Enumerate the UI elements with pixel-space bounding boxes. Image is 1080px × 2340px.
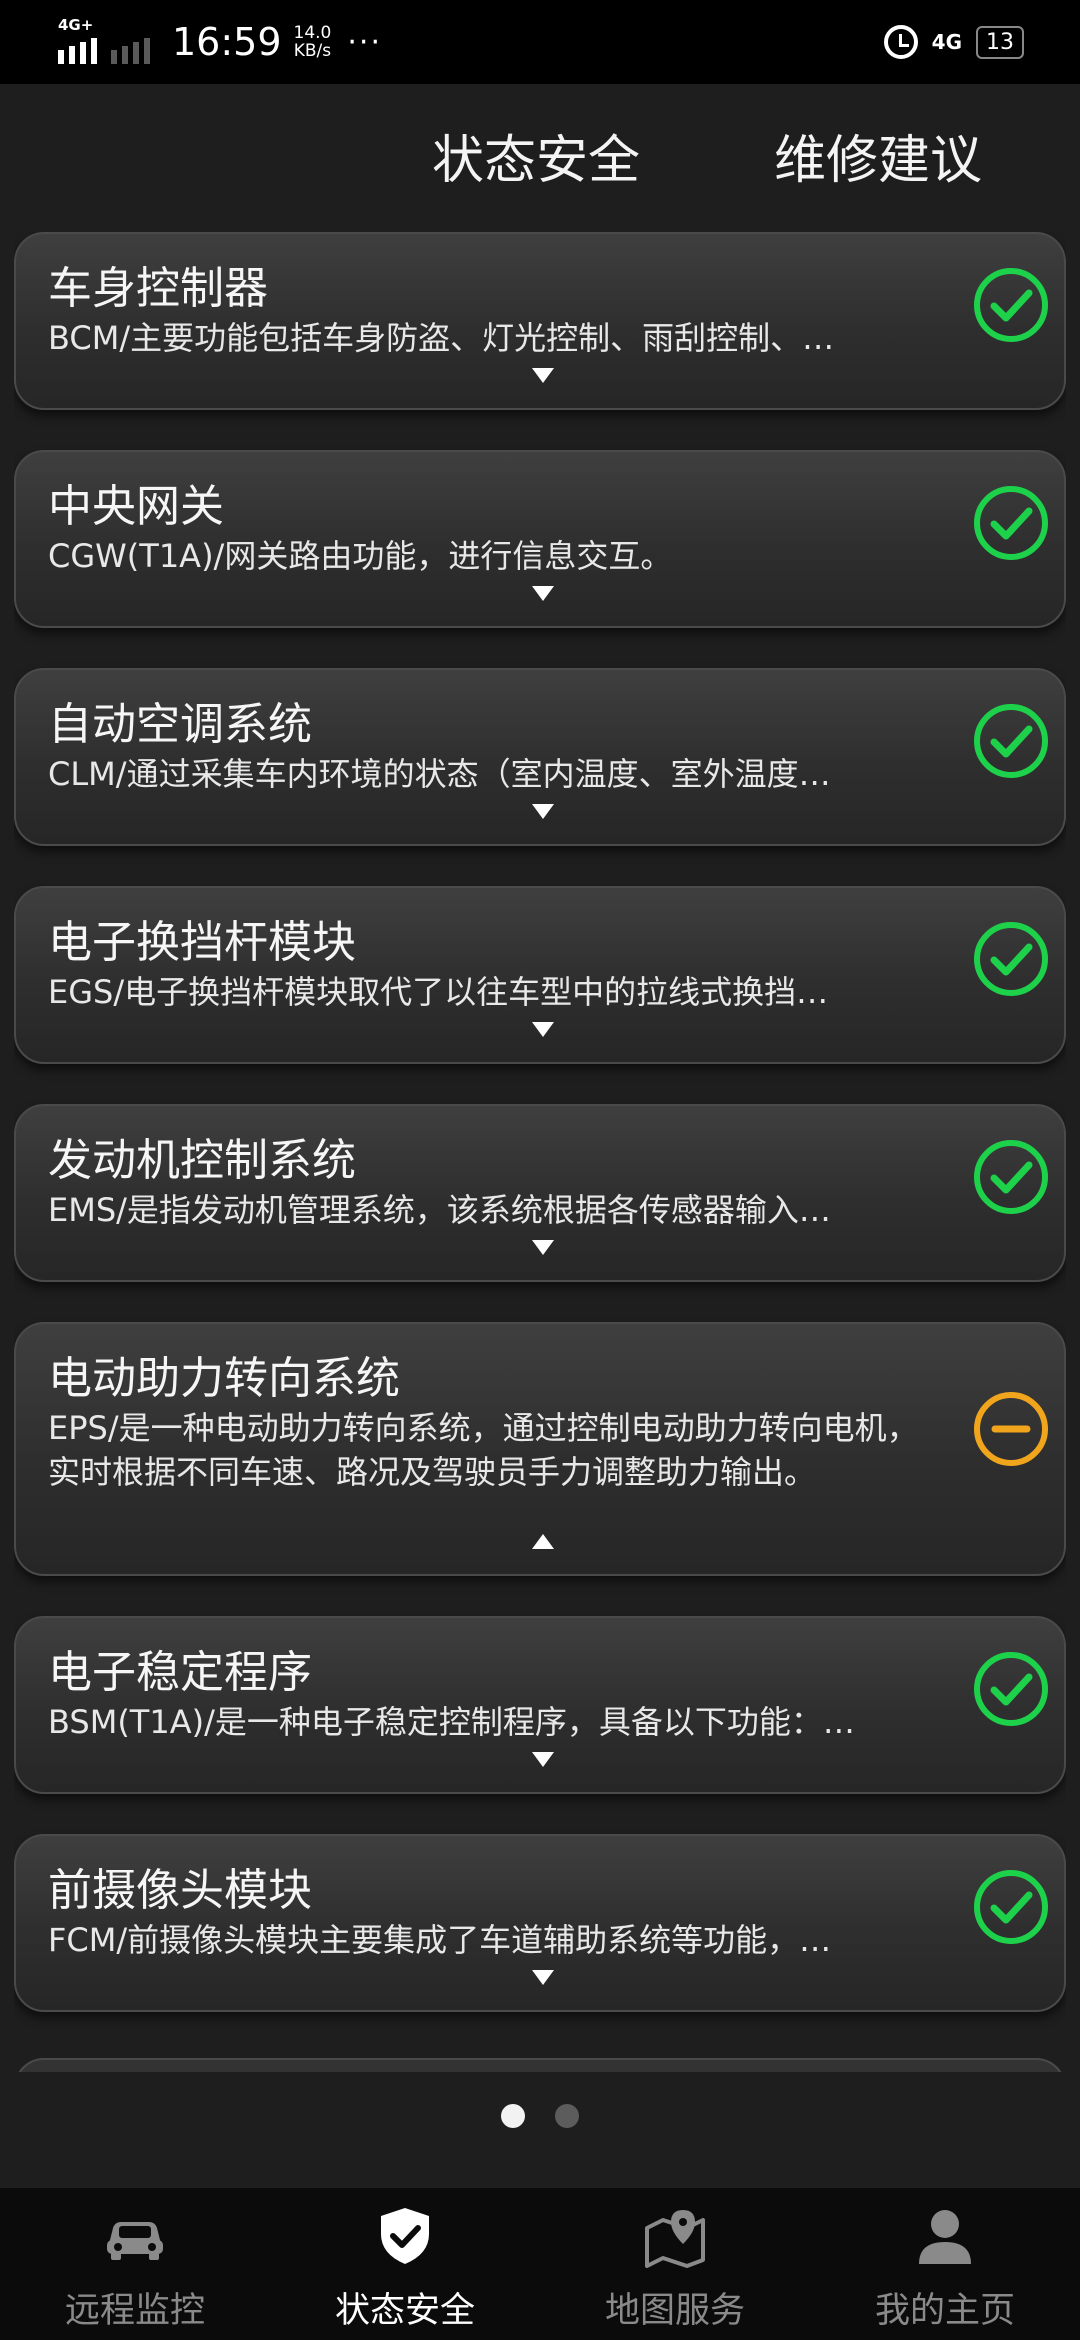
battery-level: 13: [976, 25, 1024, 59]
more-notifications-icon: ···: [347, 24, 382, 60]
status-bar: 4G+ 16:59 14.0 KB/s ··· 4G 13: [0, 0, 1080, 84]
module-card[interactable]: 前摄像头模块 FCM/前摄像头模块主要集成了车道辅助系统等功能，…: [14, 1834, 1066, 2012]
module-card[interactable]: 发动机控制系统 EMS/是指发动机管理系统，该系统根据各传感器输入…: [14, 1104, 1066, 1282]
minus-circle-icon: [974, 1392, 1048, 1466]
module-card[interactable]: 中央网关 CGW(T1A)/网关路由功能，进行信息交互。: [14, 450, 1066, 628]
module-description: EPS/是一种电动助力转向系统，通过控制电动助力转向电机，实时根据不同车速、路况…: [48, 1409, 919, 1491]
page-dot-active[interactable]: [501, 2104, 525, 2128]
page-indicator: [0, 2104, 1080, 2130]
network-speed: 14.0 KB/s: [294, 24, 332, 60]
check-circle-icon: [974, 486, 1048, 560]
network-speed-unit: KB/s: [293, 41, 332, 61]
nav-map-service[interactable]: 地图服务: [540, 2188, 810, 2340]
module-description: CLM/通过采集车内环境的状态（室内温度、室外温度…: [48, 755, 831, 793]
network-type-right: 4G: [931, 30, 962, 54]
module-card[interactable]: 电子换挡杆模块 EGS/电子换挡杆模块取代了以往车型中的拉线式换挡…: [14, 886, 1066, 1064]
module-card-peek[interactable]: [14, 2058, 1066, 2072]
expand-arrow-icon[interactable]: [532, 1752, 554, 1767]
expand-arrow-icon[interactable]: [532, 1022, 554, 1037]
module-card-expanded[interactable]: 电动助力转向系统 EPS/是一种电动助力转向系统，通过控制电动助力转向电机，实时…: [14, 1322, 1066, 1576]
nav-my-home[interactable]: 我的主页: [810, 2188, 1080, 2340]
signal-strength-icon: 4G+: [58, 16, 97, 64]
map-pin-icon: [645, 2210, 705, 2268]
collapse-arrow-icon[interactable]: [532, 1534, 554, 1549]
bottom-navigation: 远程监控 状态安全 地图服务 我的主页: [0, 2188, 1080, 2340]
app-screen: 4G+ 16:59 14.0 KB/s ··· 4G 13 状态安全 维修建议 …: [0, 0, 1080, 2340]
tab-status-safety[interactable]: 状态安全: [432, 118, 640, 193]
signal-strength-secondary-icon: [111, 20, 150, 64]
module-title: 发动机控制系统: [48, 1135, 356, 1186]
expand-arrow-icon[interactable]: [532, 1240, 554, 1255]
nav-remote-monitor[interactable]: 远程监控: [0, 2188, 270, 2340]
check-circle-icon: [974, 922, 1048, 996]
network-speed-value: 14.0: [293, 23, 332, 43]
user-icon: [919, 2210, 971, 2264]
module-description: BSM(T1A)/是一种电子稳定控制程序，具备以下功能：…: [48, 1703, 855, 1741]
nav-label: 状态安全: [334, 2291, 475, 2331]
nav-label: 地图服务: [604, 2291, 745, 2331]
tab-repair-advice[interactable]: 维修建议: [774, 118, 982, 193]
page-dot-inactive[interactable]: [555, 2104, 579, 2128]
expand-arrow-icon[interactable]: [532, 804, 554, 819]
expand-arrow-icon[interactable]: [532, 368, 554, 383]
header-tabs: 状态安全 维修建议: [0, 118, 1080, 208]
check-circle-icon: [974, 1140, 1048, 1214]
module-card[interactable]: 车身控制器 BCM/主要功能包括车身防盗、灯光控制、雨刮控制、…: [14, 232, 1066, 410]
module-description: EMS/是指发动机管理系统，该系统根据各传感器输入…: [48, 1191, 831, 1229]
status-time: 16:59: [172, 20, 282, 64]
module-list[interactable]: 车身控制器 BCM/主要功能包括车身防盗、灯光控制、雨刮控制、… 中央网关 CG…: [14, 232, 1066, 2072]
module-description: FCM/前摄像头模块主要集成了车道辅助系统等功能，…: [48, 1921, 832, 1959]
module-title: 电子换挡杆模块: [48, 917, 356, 968]
nav-status-safety[interactable]: 状态安全: [270, 2188, 540, 2340]
module-card[interactable]: 自动空调系统 CLM/通过采集车内环境的状态（室内温度、室外温度…: [14, 668, 1066, 846]
shield-check-icon: [381, 2208, 429, 2264]
check-circle-icon: [974, 1870, 1048, 1944]
expand-arrow-icon[interactable]: [532, 1970, 554, 1985]
module-title: 电动助力转向系统: [48, 1353, 400, 1404]
check-circle-icon: [974, 704, 1048, 778]
module-title: 中央网关: [48, 481, 224, 532]
module-title: 前摄像头模块: [48, 1865, 312, 1916]
module-description: EGS/电子换挡杆模块取代了以往车型中的拉线式换挡…: [48, 973, 829, 1011]
nav-label: 远程监控: [64, 2291, 205, 2331]
network-type-label: 4G+: [58, 16, 94, 34]
module-description: CGW(T1A)/网关路由功能，进行信息交互。: [48, 537, 673, 575]
check-circle-icon: [974, 1652, 1048, 1726]
car-icon: [107, 2222, 163, 2260]
module-title: 电子稳定程序: [48, 1647, 312, 1698]
expand-arrow-icon[interactable]: [532, 586, 554, 601]
module-title: 车身控制器: [48, 263, 268, 314]
nav-label: 我的主页: [874, 2291, 1015, 2331]
alarm-icon: [883, 25, 918, 59]
module-description: BCM/主要功能包括车身防盗、灯光控制、雨刮控制、…: [48, 319, 835, 357]
module-title: 自动空调系统: [48, 699, 312, 750]
module-card[interactable]: 电子稳定程序 BSM(T1A)/是一种电子稳定控制程序，具备以下功能：…: [14, 1616, 1066, 1794]
check-circle-icon: [974, 268, 1048, 342]
